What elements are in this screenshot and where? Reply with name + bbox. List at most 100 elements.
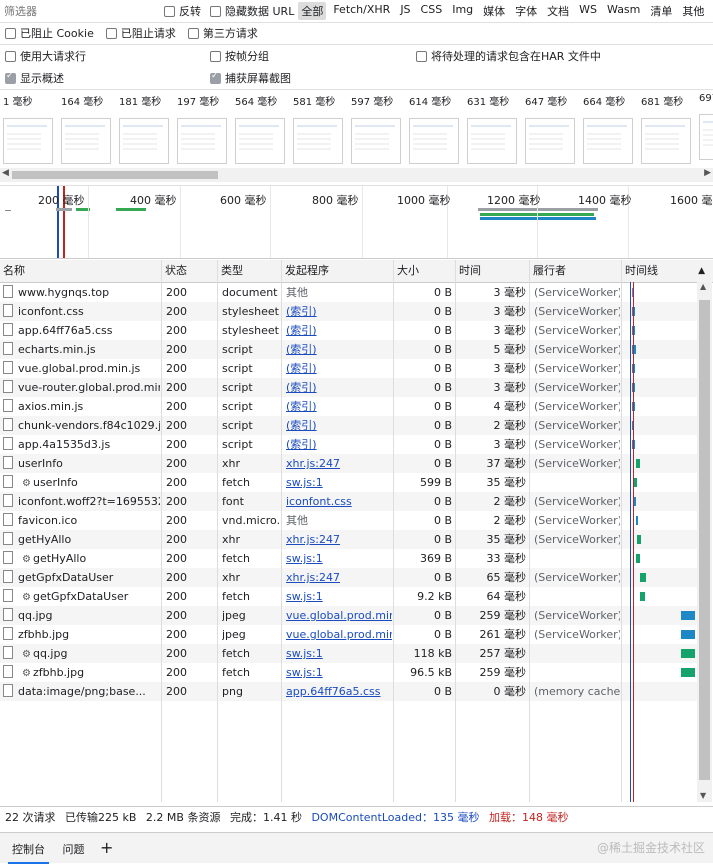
screenshot-thumbnail[interactable]: 647 毫秒	[525, 93, 579, 164]
initiator-cell[interactable]: app.64ff76a5.css	[286, 682, 392, 701]
table-row[interactable]: getHyAllo 200 xhr xhr.js:247 0 B 35 毫秒 (Servic…	[0, 530, 697, 549]
screenshots-checkbox[interactable]: 捕获屏幕截图	[210, 70, 291, 86]
overview-timeline[interactable]: 200 毫秒 400 毫秒 600 毫秒 800 毫秒 1000 毫秒 1200 毫秒 14…	[0, 186, 713, 259]
request-name-cell[interactable]: qq.jpg	[0, 606, 160, 625]
request-name-cell[interactable]: getHyAllo	[0, 530, 160, 549]
hide-data-url-checkbox[interactable]: 隐藏数据 URL	[210, 3, 294, 19]
initiator-cell[interactable]: (索引)	[286, 359, 392, 378]
table-row[interactable]: favicon.ico 200 vnd.micro... 其他 0 B 2 毫秒 (Serv…	[0, 511, 697, 530]
screenshot-thumbnail[interactable]: 581 毫秒	[293, 93, 347, 164]
vertical-scrollbar-thumb[interactable]	[699, 300, 710, 780]
request-name-cell[interactable]: www.hygnqs.top	[0, 283, 160, 302]
request-name-cell[interactable]: ⚙ zfbhb.jpg	[0, 663, 160, 682]
table-row[interactable]: getGpfxDataUser 200 xhr xhr.js:247 0 B 65 毫秒 (…	[0, 568, 697, 587]
initiator-cell[interactable]: vue.global.prod.min...	[286, 625, 392, 644]
table-row[interactable]: ⚙ zfbhb.jpg 200 fetch sw.js:1 96.5 kB 259 毫秒	[0, 663, 697, 682]
scroll-down-icon[interactable]: ▼	[700, 791, 706, 800]
request-name-cell[interactable]: data:image/png;base...	[0, 682, 160, 701]
initiator-cell[interactable]: sw.js:1	[286, 549, 392, 568]
request-name-cell[interactable]: userInfo	[0, 454, 160, 473]
invert-checkbox[interactable]: 反转	[164, 3, 201, 19]
initiator-cell[interactable]: sw.js:1	[286, 663, 392, 682]
screenshot-thumbnail[interactable]: 614 毫秒	[409, 93, 463, 164]
request-name-cell[interactable]: chunk-vendors.f84c1029.js	[0, 416, 160, 435]
col-fulfilled-header[interactable]: 履行者	[530, 260, 622, 282]
request-name-cell[interactable]: vue.global.prod.min.js	[0, 359, 160, 378]
scroll-up-icon[interactable]: ▲	[700, 282, 706, 291]
initiator-cell[interactable]: iconfont.css	[286, 492, 392, 511]
initiator-cell[interactable]: vue.global.prod.min...	[286, 606, 392, 625]
request-name-cell[interactable]: app.4a1535d3.js	[0, 435, 160, 454]
large-rows-checkbox[interactable]: 使用大请求行	[5, 48, 86, 64]
add-tab-icon[interactable]: +	[100, 838, 113, 857]
tab-console[interactable]: 控制台	[8, 835, 49, 864]
request-name-cell[interactable]: echarts.min.js	[0, 340, 160, 359]
request-name-cell[interactable]: getGpfxDataUser	[0, 568, 160, 587]
col-waterfall-header[interactable]: 时间线 ▲	[622, 260, 713, 282]
table-row[interactable]: vue.global.prod.min.js 200 script (索引) 0 B 3 …	[0, 359, 697, 378]
blocked-cookies-checkbox[interactable]: 已阻止 Cookie	[5, 25, 94, 41]
horizontal-scrollbar[interactable]: ◀ ▶	[0, 168, 713, 182]
initiator-cell[interactable]: sw.js:1	[286, 587, 392, 606]
table-row[interactable]: ⚙ getHyAllo 200 fetch sw.js:1 369 B 33 毫秒	[0, 549, 697, 568]
col-name-header[interactable]: 名称	[0, 260, 162, 282]
request-name-cell[interactable]: ⚙ userInfo	[0, 473, 160, 492]
table-row[interactable]: zfbhb.jpg 200 jpeg vue.global.prod.min... 0 …	[0, 625, 697, 644]
screenshot-thumbnail[interactable]: 164 毫秒	[61, 93, 115, 164]
request-name-cell[interactable]: iconfont.css	[0, 302, 160, 321]
type-filter-button[interactable]: 媒体	[480, 2, 508, 20]
table-row[interactable]: chunk-vendors.f84c1029.js 200 script (索引) 0 …	[0, 416, 697, 435]
initiator-cell[interactable]: (索引)	[286, 321, 392, 340]
request-name-cell[interactable]: ⚙ getGpfxDataUser	[0, 587, 160, 606]
table-row[interactable]: userInfo 200 xhr xhr.js:247 0 B 37 毫秒 (Service…	[0, 454, 697, 473]
table-row[interactable]: iconfont.css 200 stylesheet (索引) 0 B 3 毫秒 (Ser…	[0, 302, 697, 321]
type-filter-button[interactable]: 清单	[647, 2, 675, 20]
initiator-cell[interactable]: (索引)	[286, 397, 392, 416]
type-filter-button[interactable]: WS	[576, 2, 600, 20]
type-filter-button[interactable]: JS	[397, 2, 413, 20]
col-type-header[interactable]: 类型	[218, 260, 282, 282]
initiator-cell[interactable]: (索引)	[286, 340, 392, 359]
filter-input[interactable]	[0, 2, 150, 20]
screenshot-thumbnail[interactable]: 631 毫秒	[467, 93, 521, 164]
initiator-cell[interactable]: (索引)	[286, 435, 392, 454]
table-row[interactable]: ⚙ getGpfxDataUser 200 fetch sw.js:1 9.2 kB 64 …	[0, 587, 697, 606]
initiator-cell[interactable]: (索引)	[286, 416, 392, 435]
col-time-header[interactable]: 时间	[456, 260, 530, 282]
scroll-right-icon[interactable]: ▶	[704, 168, 711, 178]
type-filter-button[interactable]: 字体	[512, 2, 540, 20]
screenshot-thumbnail[interactable]: 697	[699, 93, 713, 160]
table-row[interactable]: data:image/png;base... 200 png app.64ff76a5…	[0, 682, 697, 701]
initiator-cell[interactable]: (索引)	[286, 302, 392, 321]
table-row[interactable]: qq.jpg 200 jpeg vue.global.prod.min... 0 B 25…	[0, 606, 697, 625]
request-name-cell[interactable]: ⚙ qq.jpg	[0, 644, 160, 663]
initiator-cell[interactable]: xhr.js:247	[286, 454, 392, 473]
request-name-cell[interactable]: favicon.ico	[0, 511, 160, 530]
initiator-cell[interactable]: xhr.js:247	[286, 568, 392, 587]
table-row[interactable]: ⚙ qq.jpg 200 fetch sw.js:1 118 kB 257 毫秒	[0, 644, 697, 663]
scrollbar-thumb[interactable]	[12, 171, 218, 179]
initiator-cell[interactable]: (索引)	[286, 378, 392, 397]
type-filter-button[interactable]: Wasm	[604, 2, 643, 20]
request-name-cell[interactable]: ⚙ getHyAllo	[0, 549, 160, 568]
type-filter-button[interactable]: CSS	[418, 2, 446, 20]
initiator-cell[interactable]: xhr.js:247	[286, 530, 392, 549]
request-name-cell[interactable]: axios.min.js	[0, 397, 160, 416]
third-party-checkbox[interactable]: 第三方请求	[187, 25, 258, 41]
type-filter-button[interactable]: 全部	[298, 2, 327, 20]
initiator-cell[interactable]: sw.js:1	[286, 473, 392, 492]
screenshot-thumbnail[interactable]: 181 毫秒	[119, 93, 173, 164]
request-name-cell[interactable]: app.64ff76a5.css	[0, 321, 160, 340]
scroll-left-icon[interactable]: ◀	[2, 168, 9, 178]
col-initiator-header[interactable]: 发起程序	[282, 260, 394, 282]
screenshot-thumbnail[interactable]: 597 毫秒	[351, 93, 405, 164]
screenshot-thumbnail[interactable]: 1 毫秒	[3, 93, 57, 164]
table-row[interactable]: iconfont.woff2?t=16955323... 200 font iconf…	[0, 492, 697, 511]
group-by-frame-checkbox[interactable]: 按帧分组	[210, 48, 269, 64]
overview-checkbox[interactable]: 显示概述	[5, 70, 64, 86]
request-name-cell[interactable]: vue-router.global.prod.min.js	[0, 378, 160, 397]
screenshot-thumbnail[interactable]: 197 毫秒	[177, 93, 231, 164]
table-row[interactable]: vue-router.global.prod.min.js 200 script (索…	[0, 378, 697, 397]
har-pending-checkbox[interactable]: 将待处理的请求包含在HAR 文件中	[416, 48, 601, 64]
col-status-header[interactable]: 状态	[162, 260, 218, 282]
